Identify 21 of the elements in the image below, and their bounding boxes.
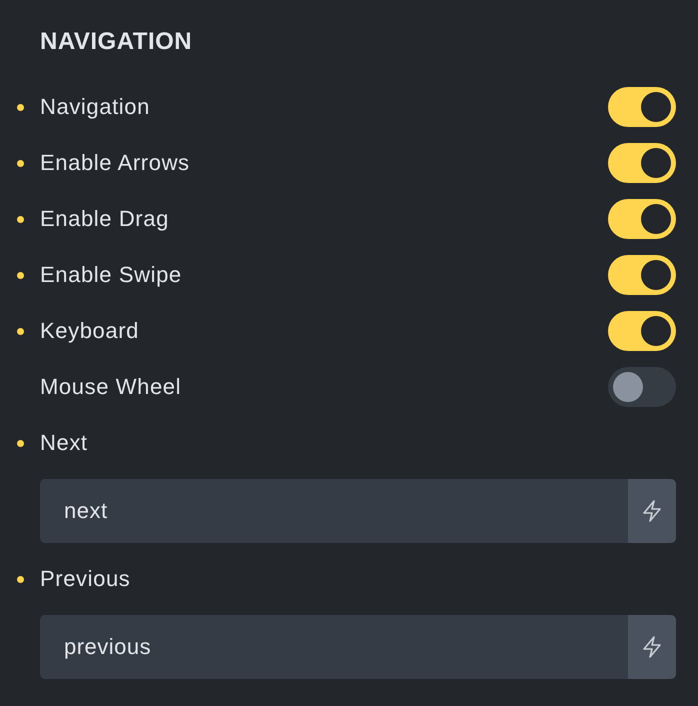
setting-label: Enable Drag (40, 206, 169, 232)
toggle-switch[interactable] (608, 87, 676, 127)
text-field[interactable]: previous (40, 615, 628, 679)
lightning-icon (641, 499, 663, 523)
setting-label: Enable Swipe (40, 262, 182, 288)
dynamic-data-button[interactable] (628, 479, 676, 543)
setting-label: Keyboard (40, 318, 139, 344)
setting-label: Next (40, 430, 88, 456)
section-title: NAVIGATION (40, 28, 194, 56)
toggle-switch[interactable] (608, 143, 676, 183)
setting-label: Previous (40, 566, 130, 592)
text-field[interactable]: next (40, 479, 628, 543)
dynamic-data-button[interactable] (628, 615, 676, 679)
setting-label: Navigation (40, 94, 150, 120)
setting-label: Enable Arrows (40, 150, 190, 176)
toggle-switch[interactable] (608, 199, 676, 239)
setting-label: Mouse Wheel (40, 374, 182, 400)
toggle-switch[interactable] (608, 255, 676, 295)
toggle-switch[interactable] (608, 367, 676, 407)
lightning-icon (641, 635, 663, 659)
toggle-switch[interactable] (608, 311, 676, 351)
